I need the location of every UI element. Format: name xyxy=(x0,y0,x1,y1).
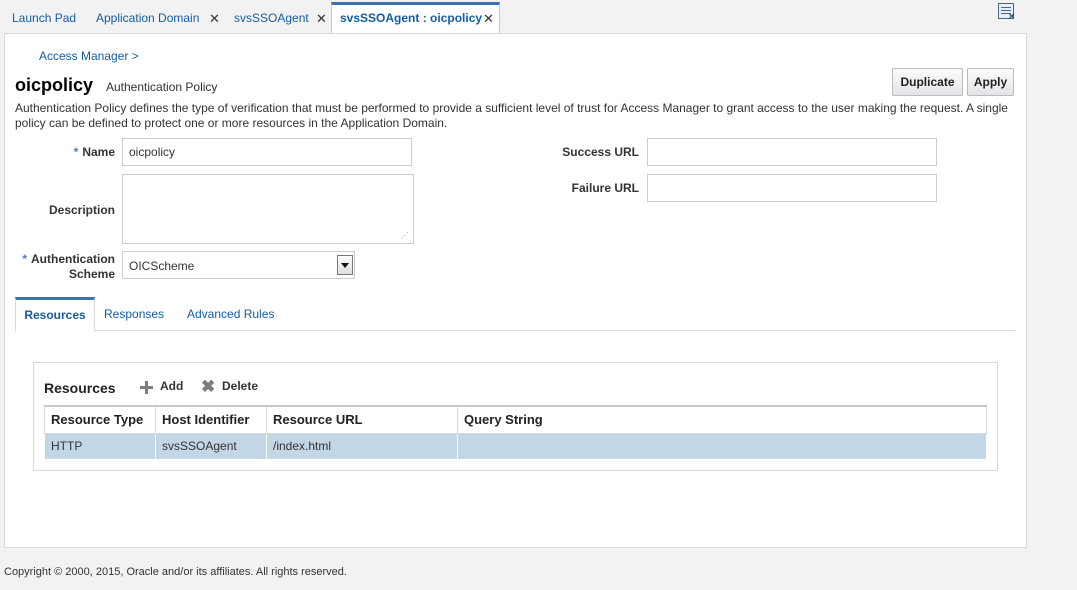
tab-label: svsSSOAgent : oicpolicy xyxy=(340,11,483,25)
column-header[interactable]: Query String xyxy=(457,405,987,434)
plus-icon xyxy=(140,381,153,394)
table-header-row: Resource Type Host Identifier Resource U… xyxy=(44,405,987,434)
required-marker: * xyxy=(22,252,27,266)
description-field[interactable] xyxy=(122,174,414,244)
close-icon[interactable]: ✕ xyxy=(483,6,494,32)
policy-panel: Access Manager > oicpolicy Authenticatio… xyxy=(4,33,1027,548)
authentication-scheme-select[interactable]: OICScheme xyxy=(122,251,355,279)
add-button[interactable]: Add xyxy=(140,379,184,394)
tab-label: Launch Pad xyxy=(12,11,77,25)
table-cell: HTTP xyxy=(44,432,156,460)
authentication-scheme-label: * Authentication Scheme xyxy=(15,252,115,282)
policy-tabs: Resources Responses Advanced Rules xyxy=(15,297,1015,332)
delete-button[interactable]: ✖ Delete xyxy=(201,377,259,396)
policy-description-text: Authentication Policy defines the type o… xyxy=(15,101,1008,130)
resources-title: Resources xyxy=(44,380,116,396)
column-header[interactable]: Resource URL xyxy=(266,405,458,434)
select-value: OICScheme xyxy=(129,259,195,273)
tab-responses[interactable]: Responses xyxy=(96,297,172,331)
table-row[interactable]: HTTP svsSSOAgent /index.html xyxy=(44,432,987,460)
success-url-label: Success URL xyxy=(562,145,639,159)
copyright-footer: Copyright © 2000, 2015, Oracle and/or it… xyxy=(4,566,347,578)
page-title: oicpolicy xyxy=(15,75,94,95)
document-close-icon[interactable] xyxy=(998,3,1015,21)
apply-button[interactable]: Apply xyxy=(967,68,1014,96)
column-header[interactable]: Resource Type xyxy=(44,405,156,434)
table-cell: svsSSOAgent xyxy=(155,432,267,460)
duplicate-button[interactable]: Duplicate xyxy=(892,68,963,96)
description-label: Description xyxy=(48,203,115,217)
close-icon[interactable]: ✕ xyxy=(209,6,220,32)
resources-section: Resources Add ✖ Delete Resource Type Hos… xyxy=(33,362,998,471)
name-label: * Name xyxy=(45,145,115,159)
tab-bar: Launch Pad Application Domain ✕ svsSSOAg… xyxy=(0,0,1077,33)
name-field[interactable] xyxy=(122,138,412,166)
tab-advanced-rules[interactable]: Advanced Rules xyxy=(179,297,282,331)
scheme-label-line2: Scheme xyxy=(68,267,115,281)
tab-label: Application Domain xyxy=(96,11,200,25)
tab-resources[interactable]: Resources xyxy=(15,297,95,332)
scheme-label-line1: Authentication xyxy=(31,252,115,266)
name-label-text: Name xyxy=(82,145,115,159)
table-cell xyxy=(457,432,987,460)
chevron-down-icon[interactable] xyxy=(337,255,353,275)
tab-label: svsSSOAgent xyxy=(234,11,309,25)
failure-url-label: Failure URL xyxy=(571,181,639,195)
tab-application-domain[interactable]: Application Domain ✕ xyxy=(96,5,220,31)
resources-table: Resource Type Host Identifier Resource U… xyxy=(44,405,987,460)
breadcrumb[interactable]: Access Manager > xyxy=(39,49,139,63)
page-subtitle: Authentication Policy xyxy=(106,80,218,94)
tab-launch-pad[interactable]: Launch Pad xyxy=(12,5,76,31)
delete-x-icon: ✖ xyxy=(201,377,216,396)
add-label: Add xyxy=(160,379,184,393)
resize-grip-icon[interactable]: ⋰ xyxy=(401,231,409,240)
close-icon[interactable]: ✕ xyxy=(316,6,327,32)
delete-label: Delete xyxy=(222,379,259,393)
success-url-field[interactable] xyxy=(647,138,937,166)
failure-url-field[interactable] xyxy=(647,174,937,202)
tab-svsssoagent[interactable]: svsSSOAgent ✕ xyxy=(234,5,327,31)
required-marker: * xyxy=(73,145,79,159)
tab-svsssoagent-oicpolicy[interactable]: svsSSOAgent : oicpolicy ✕ xyxy=(331,2,500,33)
table-cell: /index.html xyxy=(266,432,458,460)
column-header[interactable]: Host Identifier xyxy=(155,405,267,434)
